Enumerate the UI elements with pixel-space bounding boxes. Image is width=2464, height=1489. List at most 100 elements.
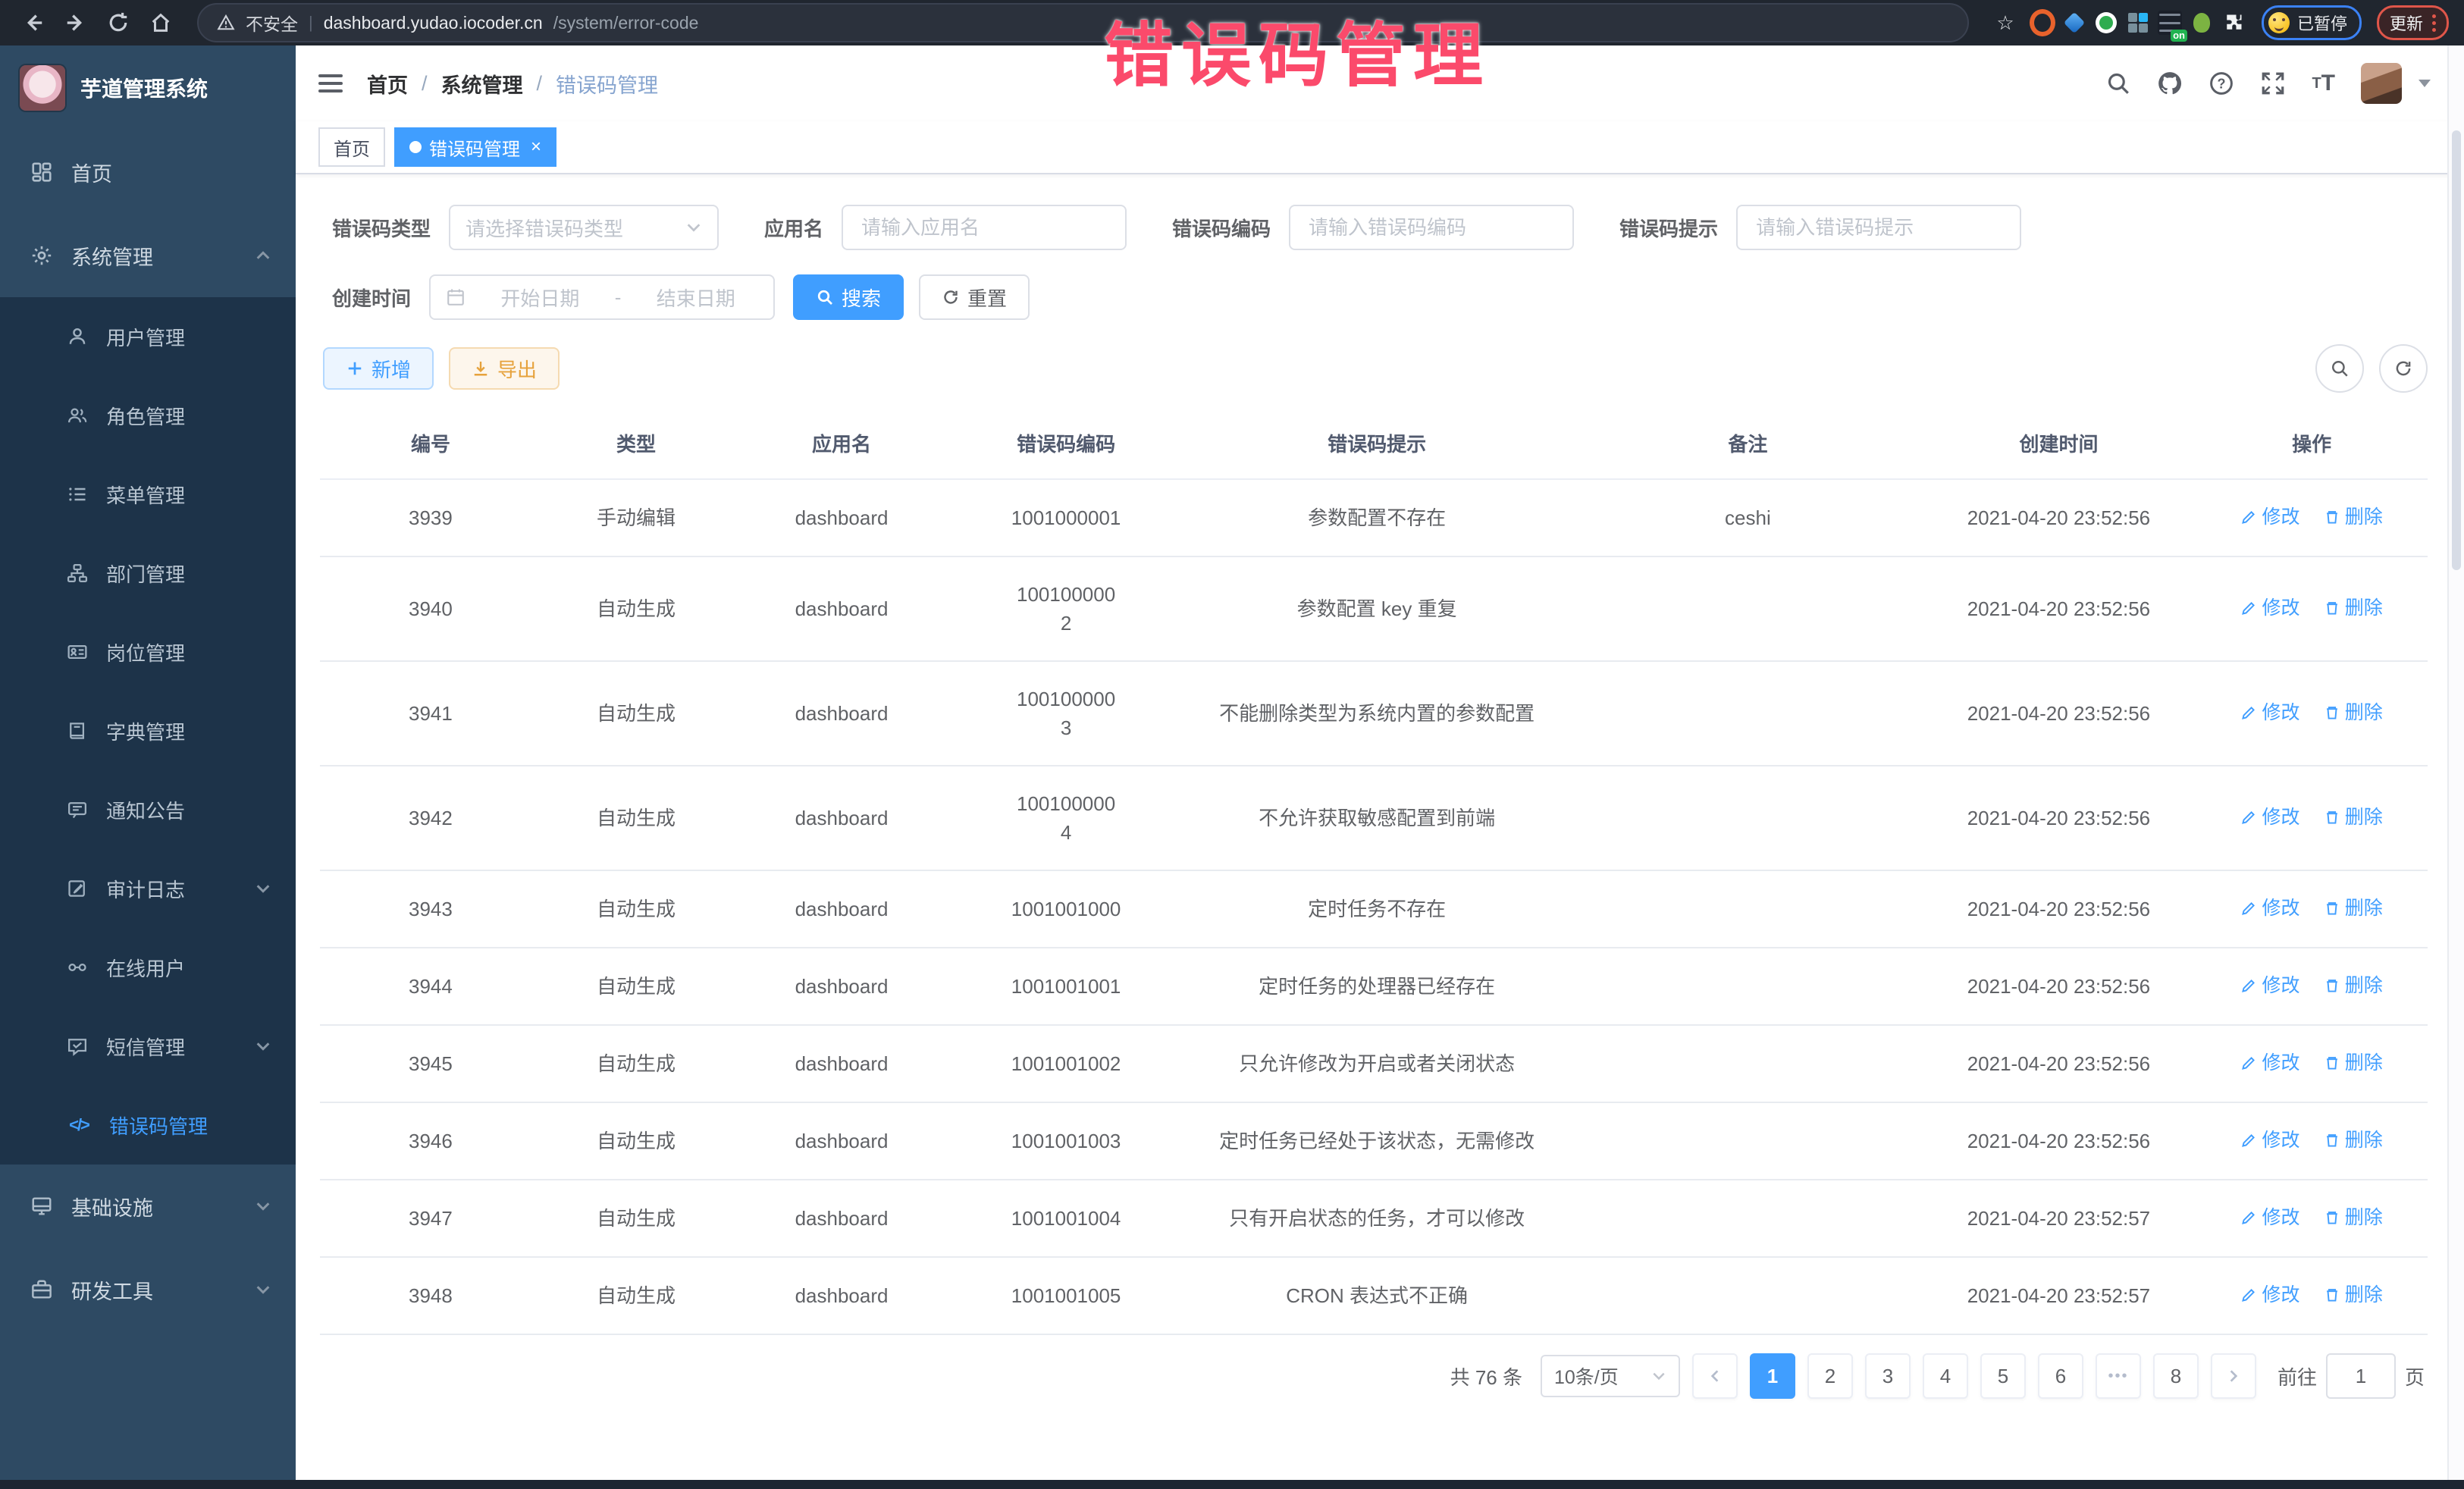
- user-avatar[interactable]: [2361, 63, 2402, 104]
- col-time: 创建时间: [1922, 408, 2196, 479]
- sidebar-item-roles[interactable]: 角色管理: [0, 376, 296, 455]
- delete-link[interactable]: 删除: [2324, 594, 2383, 622]
- browser-back-icon[interactable]: [15, 5, 52, 41]
- edit-link[interactable]: 修改: [2240, 1281, 2299, 1309]
- bookmark-star-icon[interactable]: ☆: [1987, 5, 2024, 41]
- tab-home[interactable]: 首页: [318, 127, 385, 167]
- sidebar-item-infrastructure[interactable]: 基础设施: [0, 1165, 296, 1248]
- filter-row-2: 创建时间 开始日期 - 结束日期 搜索 重置: [332, 274, 2428, 320]
- sidebar-toggle-icon[interactable]: [318, 74, 343, 92]
- edit-link[interactable]: 修改: [2240, 1126, 2299, 1155]
- date-range-picker[interactable]: 开始日期 - 结束日期: [429, 274, 775, 320]
- error-type-select[interactable]: 请选择错误码类型: [449, 205, 719, 250]
- sidebar-item-announcements[interactable]: 通知公告: [0, 770, 296, 849]
- page-button-1[interactable]: 1: [1750, 1353, 1795, 1399]
- edit-link[interactable]: 修改: [2240, 1049, 2299, 1077]
- sidebar-item-posts[interactable]: 岗位管理: [0, 613, 296, 691]
- breadcrumb-home[interactable]: 首页: [367, 69, 408, 99]
- extension-gem-icon[interactable]: [2061, 10, 2087, 36]
- chevron-down-icon: [685, 214, 702, 242]
- reset-button[interactable]: 重置: [919, 274, 1030, 320]
- edit-link[interactable]: 修改: [2240, 803, 2299, 832]
- sidebar-item-online-users[interactable]: 在线用户: [0, 928, 296, 1007]
- next-page-button[interactable]: [2211, 1353, 2256, 1399]
- fullscreen-icon[interactable]: [2260, 71, 2286, 96]
- page-button-2[interactable]: 2: [1807, 1353, 1853, 1399]
- browser-home-icon[interactable]: [143, 5, 179, 41]
- address-bar[interactable]: 不安全 | dashboard.yudao.iocoder.cn/system/…: [197, 3, 1969, 42]
- toggle-search-button[interactable]: [2315, 344, 2364, 393]
- edit-link[interactable]: 修改: [2240, 503, 2299, 531]
- delete-link[interactable]: 删除: [2324, 503, 2383, 531]
- delete-link[interactable]: 删除: [2324, 698, 2383, 727]
- delete-link[interactable]: 删除: [2324, 1049, 2383, 1077]
- add-button[interactable]: 新增: [323, 347, 434, 390]
- tab-close-icon[interactable]: ×: [531, 136, 541, 158]
- cell-type: 自动生成: [541, 661, 731, 766]
- cell-msg: 参数配置不存在: [1180, 479, 1574, 556]
- browser-reload-icon[interactable]: [100, 5, 136, 41]
- sidebar-item-menus[interactable]: 菜单管理: [0, 455, 296, 534]
- filter-type-label: 错误码类型: [332, 214, 431, 242]
- sidebar-item-sms[interactable]: 短信管理: [0, 1007, 296, 1086]
- plus-icon: [346, 359, 364, 378]
- profile-emoji-icon: [2268, 12, 2290, 33]
- search-button[interactable]: 搜索: [793, 274, 904, 320]
- sidebar-item-audit-log[interactable]: 审计日志: [0, 849, 296, 928]
- sidebar-item-dictionary[interactable]: 字典管理: [0, 691, 296, 770]
- sidebar-item-system[interactable]: 系统管理: [0, 214, 296, 297]
- cell-code: 100100000 3: [952, 661, 1180, 766]
- font-size-icon[interactable]: TT: [2312, 71, 2335, 96]
- app-logo[interactable]: 芋道管理系统: [0, 45, 296, 130]
- page-scrollbar[interactable]: [2447, 45, 2464, 1480]
- edit-link[interactable]: 修改: [2240, 971, 2299, 1000]
- delete-link[interactable]: 删除: [2324, 971, 2383, 1000]
- page-button-6[interactable]: 6: [2038, 1353, 2083, 1399]
- sidebar-item-devtools[interactable]: 研发工具: [0, 1248, 296, 1331]
- tab-error-code[interactable]: 错误码管理 ×: [394, 127, 556, 167]
- edit-link[interactable]: 修改: [2240, 698, 2299, 727]
- extension-list-icon[interactable]: on: [2157, 10, 2183, 36]
- extensions-puzzle-icon[interactable]: [2221, 10, 2246, 36]
- github-icon[interactable]: [2157, 71, 2183, 96]
- extension-leaf-icon[interactable]: [2189, 10, 2215, 36]
- sidebar-item-home[interactable]: 首页: [0, 130, 296, 214]
- edit-link[interactable]: 修改: [2240, 894, 2299, 923]
- export-button[interactable]: 导出: [449, 347, 560, 390]
- delete-link[interactable]: 删除: [2324, 803, 2383, 832]
- browser-forward-icon[interactable]: [58, 5, 94, 41]
- error-msg-input[interactable]: [1753, 215, 2005, 241]
- refresh-table-button[interactable]: [2379, 344, 2428, 393]
- delete-link[interactable]: 删除: [2324, 1281, 2383, 1309]
- prev-page-button[interactable]: [1692, 1353, 1738, 1399]
- goto-page-input[interactable]: [2326, 1353, 2396, 1399]
- delete-link[interactable]: 删除: [2324, 1126, 2383, 1155]
- avatar-caret-icon[interactable]: [2419, 80, 2431, 87]
- extension-cubes-icon[interactable]: [2125, 10, 2151, 36]
- edit-link[interactable]: 修改: [2240, 1203, 2299, 1232]
- calendar-icon: [446, 287, 466, 307]
- browser-menu-icon[interactable]: [2432, 14, 2436, 32]
- header-search-icon[interactable]: [2105, 71, 2131, 96]
- help-icon[interactable]: ?: [2209, 71, 2234, 96]
- page-button-3[interactable]: 3: [1865, 1353, 1911, 1399]
- scrollbar-thumb[interactable]: [2452, 130, 2461, 570]
- app-name-input[interactable]: [858, 215, 1110, 241]
- extension-green-check-icon[interactable]: [2093, 10, 2119, 36]
- page-size-select[interactable]: 10条/页: [1541, 1355, 1680, 1397]
- page-button-8[interactable]: 8: [2153, 1353, 2199, 1399]
- error-code-input[interactable]: [1306, 215, 1557, 241]
- browser-profile-badge[interactable]: 已暂停: [2262, 5, 2362, 40]
- delete-link[interactable]: 删除: [2324, 1203, 2383, 1232]
- sidebar-item-error-code[interactable]: </> 错误码管理: [0, 1086, 296, 1165]
- delete-link[interactable]: 删除: [2324, 894, 2383, 923]
- more-pages-button[interactable]: •••: [2096, 1353, 2141, 1399]
- browser-update-button[interactable]: 更新: [2377, 5, 2449, 40]
- edit-link[interactable]: 修改: [2240, 594, 2299, 622]
- sidebar-item-departments[interactable]: 部门管理: [0, 534, 296, 613]
- page-button-5[interactable]: 5: [1980, 1353, 2026, 1399]
- page-button-4[interactable]: 4: [1923, 1353, 1968, 1399]
- extension-orange-icon[interactable]: [2030, 10, 2055, 36]
- sidebar-item-users[interactable]: 用户管理: [0, 297, 296, 376]
- breadcrumb-system[interactable]: 系统管理: [441, 69, 523, 99]
